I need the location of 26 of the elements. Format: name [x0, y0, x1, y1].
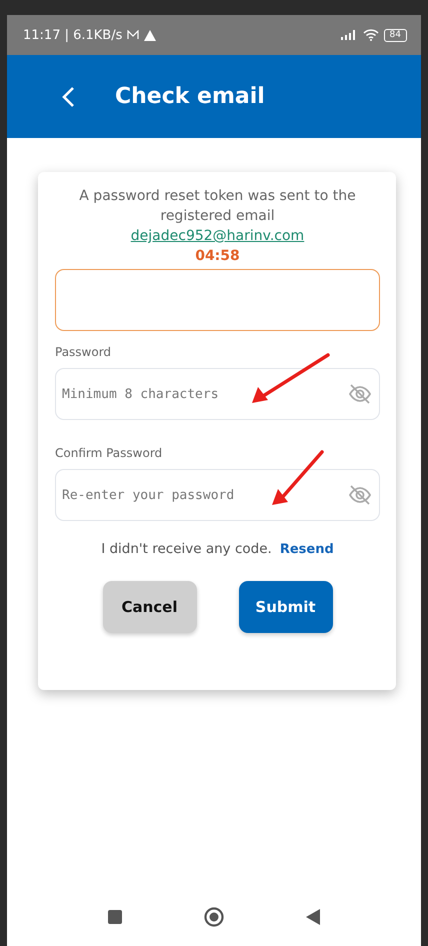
annotation-arrow	[272, 450, 324, 505]
signal-icon	[340, 30, 358, 40]
eye-slash-icon[interactable]	[348, 383, 372, 405]
page-title: Check email	[115, 84, 265, 109]
message-text: A password reset token was sent to the registered email	[78, 187, 357, 226]
resend-prompt: I didn't receive any code.	[101, 541, 272, 557]
code-input-field[interactable]	[55, 269, 380, 331]
password-field[interactable]: Re-enter your password	[55, 469, 380, 521]
home-icon[interactable]	[204, 907, 224, 927]
cancel-button[interactable]: Cancel	[102, 581, 196, 633]
recents-icon[interactable]	[108, 910, 122, 924]
mail-icon	[127, 30, 140, 40]
countdown-timer: 04:58	[195, 248, 240, 264]
wifi-icon	[362, 29, 379, 41]
eye-slash-icon[interactable]	[348, 484, 372, 506]
field-label: Confirm Password	[55, 446, 162, 460]
back-triangle-icon[interactable]	[306, 909, 320, 925]
password-field[interactable]: Minimum 8 characters	[55, 368, 380, 420]
back-icon	[61, 86, 75, 108]
resend-link[interactable]: Resend	[280, 542, 334, 557]
email-link[interactable]: dejadec952@harinv.com	[130, 226, 304, 246]
submit-button[interactable]: Submit	[238, 581, 332, 633]
field-label: Password	[55, 345, 112, 359]
battery-indicator: 84	[384, 28, 407, 42]
status-time: 11:17 | 6.1KB/s	[23, 28, 122, 42]
warning-icon	[144, 30, 156, 40]
